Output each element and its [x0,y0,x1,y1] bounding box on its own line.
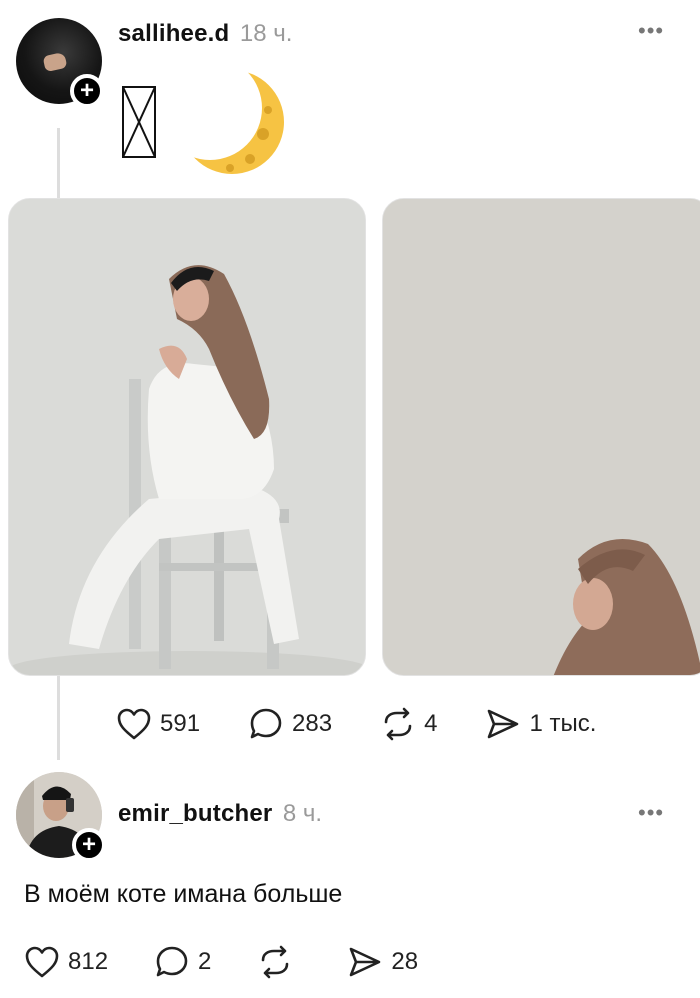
heart-icon [117,708,151,740]
repost-icon [262,945,289,979]
post-actions: 812 2 28 [24,944,464,980]
post-header: sallihee.d 18 ч. [118,20,292,48]
comment-bubble-icon [156,946,188,977]
like-count: 812 [68,948,109,975]
more-options-button[interactable]: ••• [638,18,664,44]
comment-count: 283 [292,710,333,737]
heart-icon [25,946,59,978]
photo-woman-profile [383,199,700,675]
repost-count: 4 [424,710,438,737]
missing-glyph-icon [122,86,156,158]
comment-button[interactable]: 283 [248,706,332,742]
share-button[interactable]: 1 тыс. [485,706,596,742]
post-photo-2[interactable] [382,198,700,676]
post-text: В моём коте имана больше [24,880,343,908]
repost-button[interactable]: 4 [380,706,437,742]
avatar-face [42,51,68,73]
post-header: emir_butcher 8 ч. [118,800,322,828]
post-time: 8 ч. [282,800,323,827]
photo-woman-on-chair [9,199,365,675]
post-time: 18 ч. [239,20,293,47]
share-count: 1 тыс. [529,710,597,737]
follow-button[interactable]: + [72,828,106,862]
like-button[interactable]: 591 [116,707,200,741]
comment-count: 2 [198,948,212,975]
send-icon [488,709,519,739]
crescent-moon-emoji [180,70,284,174]
share-button[interactable]: 28 [347,944,418,980]
follow-button[interactable]: + [70,74,104,108]
post-actions: 591 283 4 1 тыс. [116,706,644,742]
more-options-button[interactable]: ••• [638,800,664,826]
repost-button[interactable] [257,944,301,980]
author-username[interactable]: emir_butcher [118,800,272,827]
like-count: 591 [160,710,201,737]
post-photo-1[interactable] [8,198,366,676]
comment-bubble-icon [250,708,282,739]
share-count: 28 [391,948,419,975]
author-username[interactable]: sallihee.d [118,20,229,47]
send-icon [350,947,381,977]
repost-icon [384,707,412,741]
like-button[interactable]: 812 [24,945,108,979]
comment-button[interactable]: 2 [154,944,211,980]
